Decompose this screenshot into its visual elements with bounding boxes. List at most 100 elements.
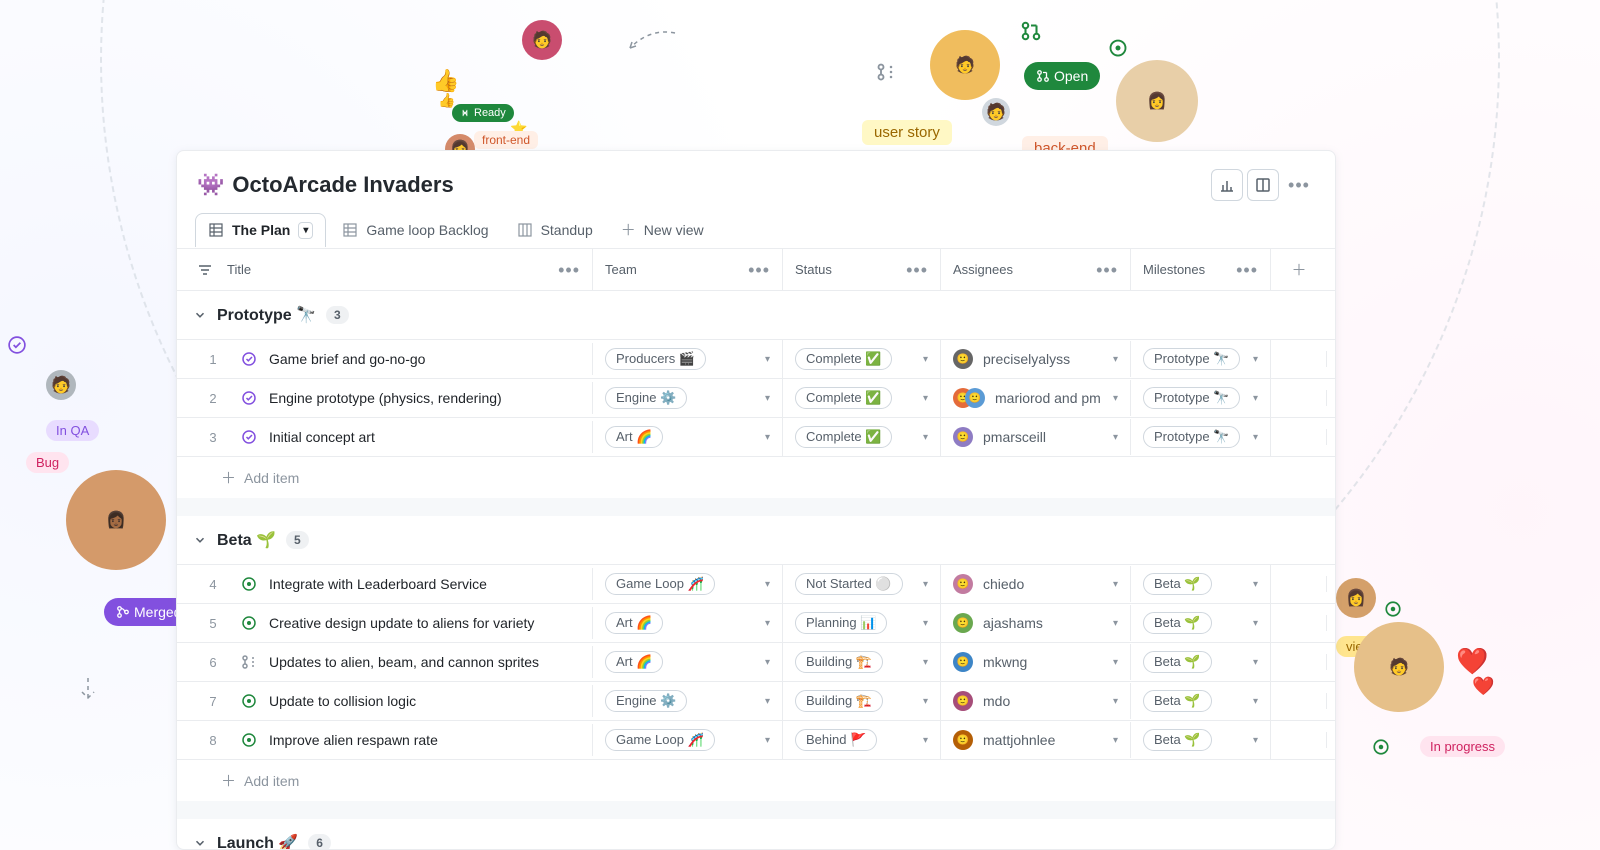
add-column-button[interactable]: ＋ [1291,259,1306,280]
item-title[interactable]: Initial concept art [269,429,375,445]
table-row[interactable]: 8 Improve alien respawn rate Game Loop 🎢… [177,720,1335,759]
chevron-down-icon[interactable]: ▾ [1253,393,1258,404]
more-button[interactable]: ••• [1283,169,1315,201]
milestone-tag[interactable]: Beta 🌱 [1143,651,1212,673]
item-title[interactable]: Engine prototype (physics, rendering) [269,390,502,406]
assignee-text[interactable]: mdo [983,693,1010,709]
chevron-down-icon[interactable]: ▾ [923,696,928,707]
chevron-down-icon[interactable]: ▾ [765,657,770,668]
chevron-down-icon[interactable]: ▾ [1253,657,1258,668]
add-item-button[interactable]: ＋Add item [177,456,1335,498]
chevron-down-icon[interactable]: ▾ [765,735,770,746]
chevron-down-icon[interactable]: ▾ [1253,354,1258,365]
team-tag[interactable]: Game Loop 🎢 [605,573,715,595]
group-collapse-toggle[interactable] [193,836,207,849]
team-tag[interactable]: Art 🌈 [605,426,663,448]
column-menu[interactable]: ••• [1096,265,1118,275]
chevron-down-icon[interactable]: ▾ [923,735,928,746]
chevron-down-icon[interactable]: ▾ [923,579,928,590]
assignee-text[interactable]: mattjohnlee [983,732,1055,748]
chevron-down-icon[interactable]: ▾ [923,657,928,668]
chevron-down-icon[interactable]: ▾ [1253,696,1258,707]
tab-standup[interactable]: Standup [505,214,605,246]
table-row[interactable]: 5 Creative design update to aliens for v… [177,603,1335,642]
item-title[interactable]: Improve alien respawn rate [269,732,438,748]
table-row[interactable]: 6 Updates to alien, beam, and cannon spr… [177,642,1335,681]
column-title[interactable]: Title [227,262,251,277]
assignee-text[interactable]: ajashams [983,615,1043,631]
milestone-tag[interactable]: Beta 🌱 [1143,729,1212,751]
milestone-tag[interactable]: Prototype 🔭 [1143,426,1240,448]
chevron-down-icon[interactable]: ▾ [923,354,928,365]
column-menu[interactable]: ••• [748,265,770,275]
table-row[interactable]: 4 Integrate with Leaderboard Service Gam… [177,564,1335,603]
status-tag[interactable]: Building 🏗️ [795,690,883,712]
column-status[interactable]: Status [795,262,832,277]
column-team[interactable]: Team [605,262,637,277]
item-title[interactable]: Integrate with Leaderboard Service [269,576,487,592]
layout-button[interactable] [1247,169,1279,201]
chevron-down-icon[interactable]: ▾ [1113,432,1118,443]
assignee-text[interactable]: mkwng [983,654,1027,670]
assignee-text[interactable]: chiedo [983,576,1024,592]
milestone-tag[interactable]: Beta 🌱 [1143,690,1212,712]
chevron-down-icon[interactable]: ▾ [1253,618,1258,629]
chevron-down-icon[interactable]: ▾ [1113,657,1118,668]
status-tag[interactable]: Building 🏗️ [795,651,883,673]
chevron-down-icon[interactable]: ▾ [765,432,770,443]
chevron-down-icon[interactable]: ▾ [1113,354,1118,365]
item-title[interactable]: Update to collision logic [269,693,416,709]
tab-dropdown-icon[interactable]: ▾ [298,222,313,239]
team-tag[interactable]: Engine ⚙️ [605,690,687,712]
item-title[interactable]: Creative design update to aliens for var… [269,615,534,631]
item-title[interactable]: Game brief and go-no-go [269,351,425,367]
chevron-down-icon[interactable]: ▾ [923,618,928,629]
chevron-down-icon[interactable]: ▾ [1253,432,1258,443]
tab-the-plan[interactable]: The Plan ▾ [195,213,326,247]
column-assignees[interactable]: Assignees [953,262,1013,277]
chevron-down-icon[interactable]: ▾ [765,579,770,590]
filter-icon[interactable] [197,262,217,278]
group-collapse-toggle[interactable] [193,533,207,547]
team-tag[interactable]: Producers 🎬 [605,348,706,370]
chevron-down-icon[interactable]: ▾ [923,432,928,443]
status-tag[interactable]: Not Started ⚪ [795,573,903,595]
chevron-down-icon[interactable]: ▾ [1113,735,1118,746]
assignee-text[interactable]: pmarsceill [983,429,1046,445]
column-menu[interactable]: ••• [906,265,928,275]
chevron-down-icon[interactable]: ▾ [1113,579,1118,590]
column-milestones[interactable]: Milestones [1143,262,1205,277]
status-tag[interactable]: Complete ✅ [795,348,892,370]
status-tag[interactable]: Complete ✅ [795,387,892,409]
chevron-down-icon[interactable]: ▾ [1253,735,1258,746]
tab-new-view[interactable]: ＋ New view [609,211,716,248]
chevron-down-icon[interactable]: ▾ [1253,579,1258,590]
assignee-text[interactable]: mariorod and pm [995,390,1101,406]
column-menu[interactable]: ••• [1236,265,1258,275]
table-row[interactable]: 2 Engine prototype (physics, rendering) … [177,378,1335,417]
milestone-tag[interactable]: Beta 🌱 [1143,573,1212,595]
chevron-down-icon[interactable]: ▾ [765,393,770,404]
chevron-down-icon[interactable]: ▾ [923,393,928,404]
item-title[interactable]: Updates to alien, beam, and cannon sprit… [269,654,539,670]
team-tag[interactable]: Art 🌈 [605,612,663,634]
team-tag[interactable]: Engine ⚙️ [605,387,687,409]
insights-button[interactable] [1211,169,1243,201]
table-row[interactable]: 3 Initial concept art Art 🌈▾ Complete ✅▾… [177,417,1335,456]
team-tag[interactable]: Game Loop 🎢 [605,729,715,751]
team-tag[interactable]: Art 🌈 [605,651,663,673]
tab-game-loop-backlog[interactable]: Game loop Backlog [330,214,500,246]
chevron-down-icon[interactable]: ▾ [1113,393,1118,404]
status-tag[interactable]: Behind 🚩 [795,729,877,751]
chevron-down-icon[interactable]: ▾ [765,354,770,365]
milestone-tag[interactable]: Prototype 🔭 [1143,348,1240,370]
assignee-text[interactable]: preciselyalyss [983,351,1070,367]
chevron-down-icon[interactable]: ▾ [1113,618,1118,629]
chevron-down-icon[interactable]: ▾ [1113,696,1118,707]
table-row[interactable]: 1 Game brief and go-no-go Producers 🎬▾ C… [177,339,1335,378]
status-tag[interactable]: Complete ✅ [795,426,892,448]
group-collapse-toggle[interactable] [193,308,207,322]
column-menu[interactable]: ••• [558,265,580,275]
add-item-button[interactable]: ＋Add item [177,759,1335,801]
table-row[interactable]: 7 Update to collision logic Engine ⚙️▾ B… [177,681,1335,720]
